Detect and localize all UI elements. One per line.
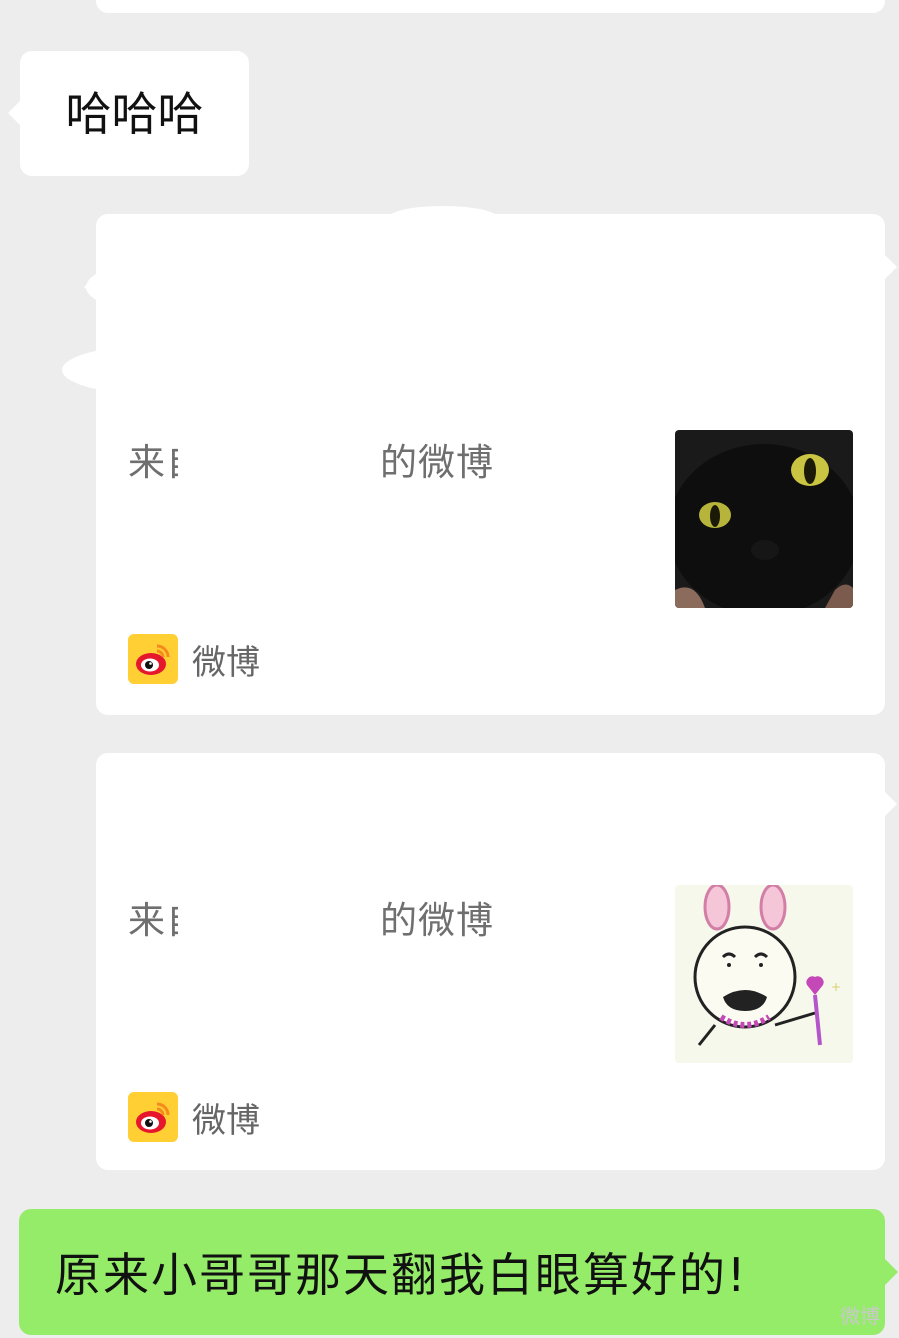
outgoing-message-bubble[interactable]: 原来小哥哥那天翻我白眼算好的!	[19, 1209, 885, 1335]
weibo-share-card[interactable]: 来自 的微博 + 微博	[96, 753, 885, 1170]
message-bubble-text[interactable]: 哈哈哈	[20, 51, 249, 176]
previous-message-card[interactable]	[96, 0, 885, 13]
redaction-mask	[178, 428, 380, 484]
message-text: 哈哈哈	[65, 86, 204, 141]
black-cat-face-icon	[675, 430, 853, 608]
watermark: 微博	[840, 1304, 880, 1328]
bubble-tail	[8, 101, 20, 125]
weibo-logo-icon	[128, 634, 178, 684]
card-source: 微博	[128, 634, 260, 684]
redaction-mask	[178, 886, 376, 942]
card-source: 微博	[128, 1092, 260, 1142]
message-text: 原来小哥哥那天翻我白眼算好的!	[55, 1248, 748, 1302]
redaction-blob	[62, 344, 272, 396]
redaction-blob	[388, 206, 498, 230]
weibo-logo-icon	[128, 1092, 178, 1142]
bunny-ears-doodle-icon: +	[675, 885, 853, 1063]
svg-text:+: +	[831, 980, 841, 994]
bubble-tail	[885, 792, 897, 816]
source-label: 微博	[192, 1100, 260, 1141]
source-label: 微博	[192, 642, 260, 683]
bubble-tail	[885, 255, 897, 279]
card-thumbnail: +	[675, 885, 853, 1063]
card-thumbnail	[675, 430, 853, 608]
redaction-blob	[86, 262, 226, 312]
bubble-tail	[885, 1259, 898, 1285]
